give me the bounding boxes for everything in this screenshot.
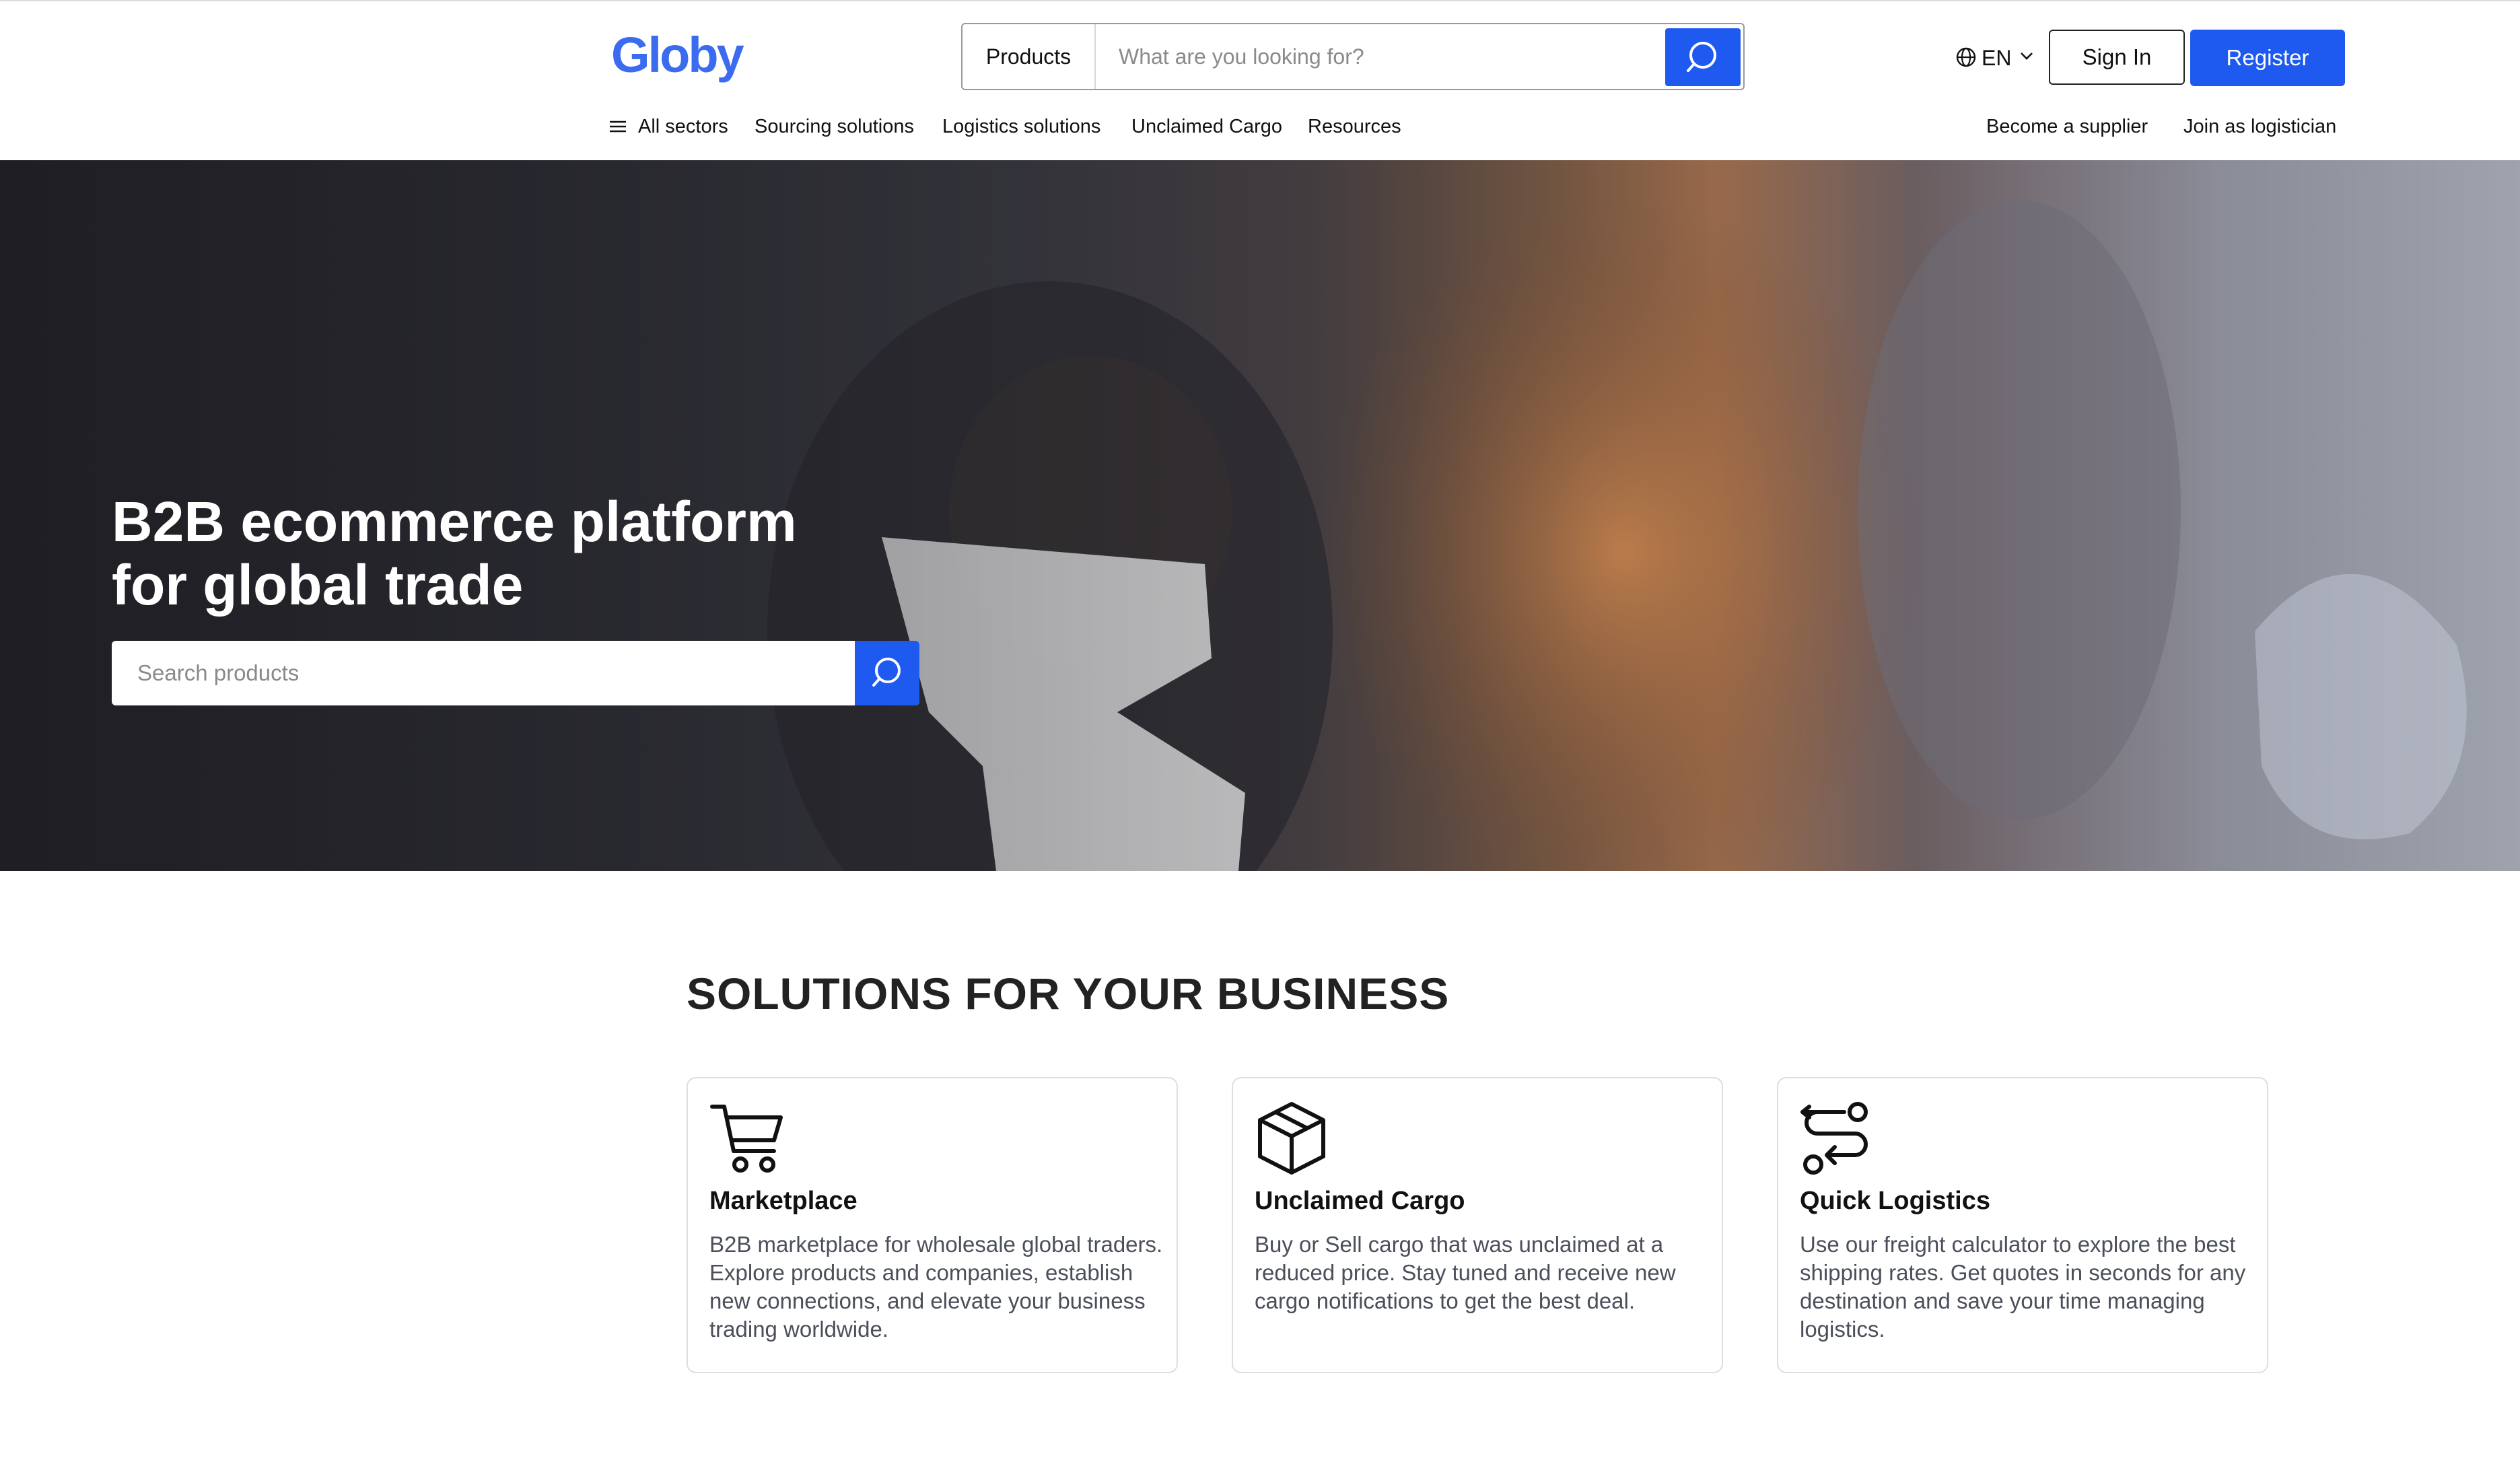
site-header: Globy Products What are you looking for?… xyxy=(0,1,2520,160)
card-title: Marketplace xyxy=(709,1187,858,1215)
hero-title: B2B ecommerce platform for global trade xyxy=(112,490,1054,617)
globe-icon xyxy=(1956,47,1976,67)
globy-logo[interactable]: Globy xyxy=(611,27,744,83)
hero-title-line1: B2B ecommerce platform xyxy=(112,490,797,553)
search-category-select[interactable]: Products xyxy=(963,24,1096,89)
box-icon xyxy=(1258,1102,1325,1175)
cart-icon xyxy=(710,1105,783,1173)
card-title: Quick Logistics xyxy=(1800,1187,1990,1215)
solution-card-marketplace[interactable]: Marketplace B2B marketplace for wholesal… xyxy=(687,1077,1178,1373)
card-title: Unclaimed Cargo xyxy=(1255,1187,1465,1215)
nav-resources[interactable]: Resources xyxy=(1308,114,1401,139)
nav-become-supplier[interactable]: Become a supplier xyxy=(1986,114,2148,139)
chevron-down-icon xyxy=(2021,53,2033,60)
top-search-input[interactable]: What are you looking for? xyxy=(1119,24,1364,89)
language-label: EN xyxy=(1982,46,2012,70)
nav-all-sectors[interactable]: All sectors xyxy=(638,114,728,139)
solutions-heading: SOLUTIONS FOR YOUR BUSINESS xyxy=(687,969,1450,1018)
search-icon xyxy=(872,658,901,687)
register-button[interactable]: Register xyxy=(2190,30,2345,86)
card-description: B2B marketplace for wholesale global tra… xyxy=(709,1232,1163,1342)
card-description: Use our freight calculator to explore th… xyxy=(1800,1232,2246,1342)
solution-card-unclaimed-cargo[interactable]: Unclaimed Cargo Buy or Sell cargo that w… xyxy=(1232,1077,1723,1373)
search-icon xyxy=(1687,42,1716,72)
hero-banner: B2B ecommerce platform for global trade … xyxy=(0,160,2520,871)
menu-icon[interactable] xyxy=(610,120,626,133)
hero-title-line2: for global trade xyxy=(112,553,524,617)
hero-search-button[interactable] xyxy=(855,641,919,705)
card-description: Buy or Sell cargo that was unclaimed at … xyxy=(1255,1232,1676,1313)
sign-in-button[interactable]: Sign In xyxy=(2049,30,2185,85)
nav-sourcing-solutions[interactable]: Sourcing solutions xyxy=(755,114,914,139)
top-search-bar: Products What are you looking for? xyxy=(961,23,1745,90)
nav-unclaimed-cargo[interactable]: Unclaimed Cargo xyxy=(1131,114,1282,139)
hero-search-input[interactable]: Search products xyxy=(137,641,299,705)
hero-search-bar: Search products xyxy=(112,641,919,705)
nav-logistics-solutions[interactable]: Logistics solutions xyxy=(942,114,1100,139)
solution-card-quick-logistics[interactable]: Quick Logistics Use our freight calculat… xyxy=(1777,1077,2268,1373)
top-search-button[interactable] xyxy=(1665,28,1741,86)
route-icon xyxy=(1800,1102,1868,1175)
nav-join-logistician[interactable]: Join as logistician xyxy=(2183,114,2336,139)
